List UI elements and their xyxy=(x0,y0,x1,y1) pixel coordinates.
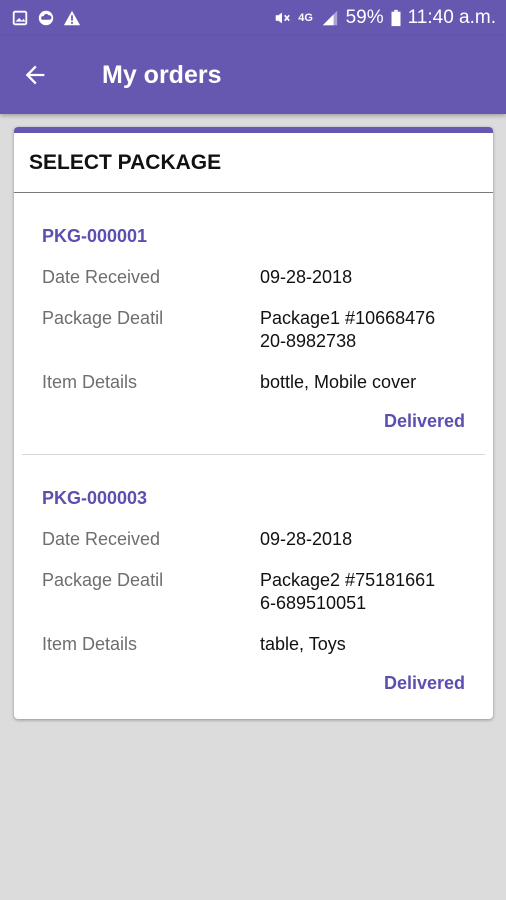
app-bar: My orders xyxy=(0,36,506,114)
row-label: Package Deatil xyxy=(42,308,164,328)
status-badge: Delivered xyxy=(383,673,465,693)
mute-icon xyxy=(272,8,292,28)
row-label: Package Deatil xyxy=(42,570,164,590)
image-icon xyxy=(10,8,30,28)
back-button[interactable] xyxy=(0,36,70,114)
page-title: My orders xyxy=(102,60,222,89)
package-id: PKG-000001 xyxy=(42,226,148,246)
date-received-row: Date Received 09-28-2018 xyxy=(42,266,465,289)
cloud-icon xyxy=(36,8,56,28)
row-label: Date Received xyxy=(42,529,161,549)
status-time: 11:40 a.m. xyxy=(407,7,496,28)
battery-icon xyxy=(390,8,402,28)
status-left-icons xyxy=(10,8,82,28)
row-value: Package1 #10668476 20-8982738 xyxy=(260,308,436,351)
status-badge: Delivered xyxy=(383,411,465,431)
row-value: table, Toys xyxy=(260,634,346,654)
row-value: 09-28-2018 xyxy=(260,267,353,287)
package-card: SELECT PACKAGE PKG-000001 Date Received … xyxy=(14,127,493,719)
package-detail-row: Package Deatil Package1 #10668476 20-898… xyxy=(42,307,465,353)
battery-percent: 59% xyxy=(345,7,384,28)
package-id: PKG-000003 xyxy=(42,488,148,508)
warning-icon xyxy=(62,8,82,28)
status-bar: 4G 59% 11:40 a.m. xyxy=(0,0,506,36)
item-details-row: Item Details bottle, Mobile cover xyxy=(42,371,465,394)
date-received-row: Date Received 09-28-2018 xyxy=(42,528,465,551)
row-label: Item Details xyxy=(42,372,138,392)
row-label: Item Details xyxy=(42,634,138,654)
row-label: Date Received xyxy=(42,267,161,287)
row-value: 09-28-2018 xyxy=(260,529,353,549)
card-header: SELECT PACKAGE xyxy=(14,133,493,193)
item-details-row: Item Details table, Toys xyxy=(42,633,465,656)
package-item[interactable]: PKG-000003 Date Received 09-28-2018 Pack… xyxy=(14,455,493,716)
status-right-icons: 4G 59% 11:40 a.m. xyxy=(272,7,496,29)
row-value: bottle, Mobile cover xyxy=(260,372,417,392)
arrow-back-icon xyxy=(25,65,45,85)
package-item[interactable]: PKG-000001 Date Received 09-28-2018 Pack… xyxy=(14,193,493,454)
package-detail-row: Package Deatil Package2 #75181661 6-6895… xyxy=(42,569,465,615)
network-type-icon: 4G xyxy=(298,12,313,24)
row-value: Package2 #75181661 6-689510051 xyxy=(260,570,436,613)
signal-icon xyxy=(320,8,340,28)
